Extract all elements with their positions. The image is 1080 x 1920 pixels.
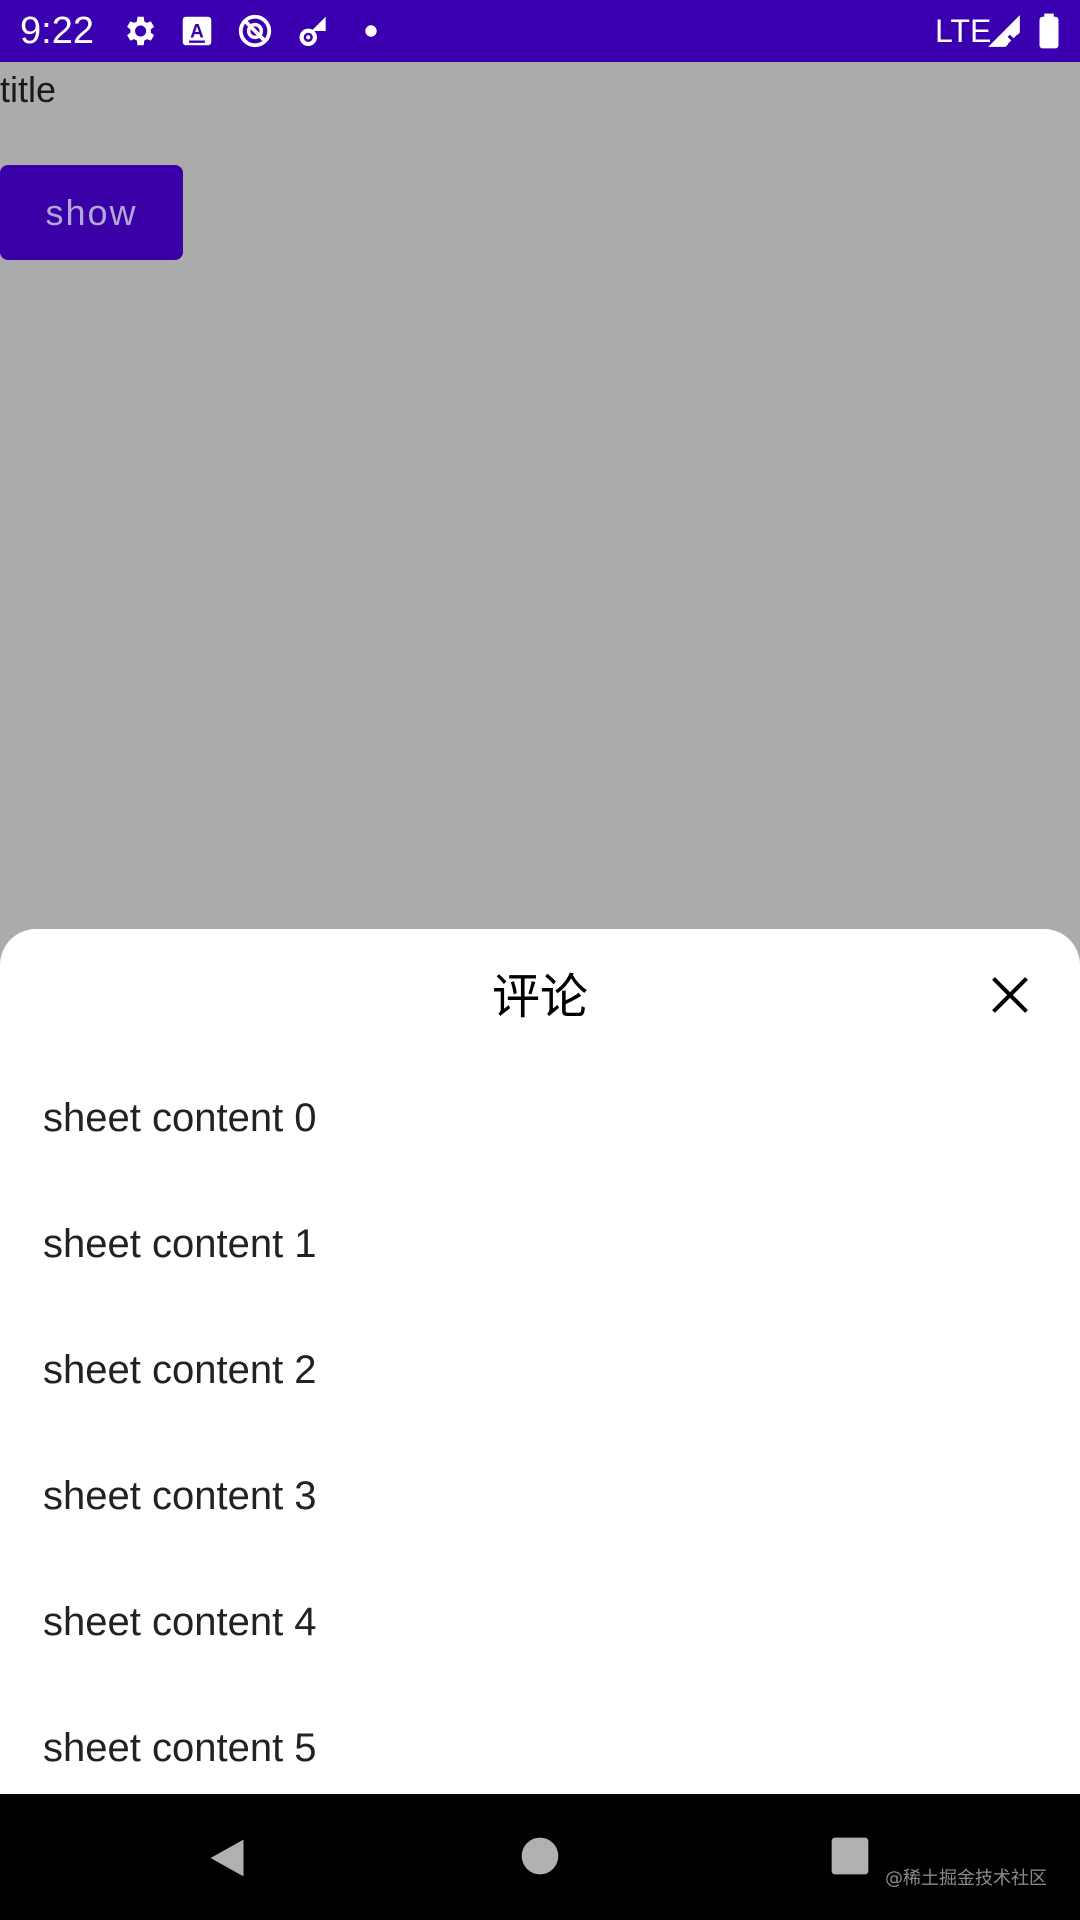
battery-icon	[1039, 13, 1059, 49]
page-title: title	[0, 69, 57, 110]
sheet-list-item[interactable]: sheet content 4	[0, 1559, 1080, 1685]
sheet-list-item[interactable]: sheet content 2	[0, 1307, 1080, 1433]
dot-icon	[365, 25, 377, 37]
sheet-list-item[interactable]: sheet content 5	[0, 1685, 1080, 1794]
show-button[interactable]: show	[0, 165, 183, 260]
network-type: LTE	[935, 13, 992, 49]
sheet-list-item[interactable]: sheet content 0	[0, 1055, 1080, 1181]
keyboard-a-icon: A	[182, 16, 212, 46]
signal-icon	[988, 15, 1020, 47]
sheet-title: 评论	[491, 969, 588, 1025]
close-icon[interactable]	[988, 973, 1032, 1017]
back-icon[interactable]	[205, 1834, 249, 1882]
sheet-list: sheet content 0 sheet content 1 sheet co…	[0, 1055, 1080, 1794]
status-bar: 9:22 A LTE	[0, 0, 1080, 62]
svg-text:A: A	[190, 21, 204, 42]
gear-icon	[127, 16, 155, 46]
settings-wifi-icon	[299, 16, 326, 47]
no-sync-icon	[238, 14, 272, 48]
home-icon[interactable]	[520, 1836, 560, 1876]
screen: 9:22 A LTE title show 评论 sheet content 0…	[0, 0, 1080, 1920]
nav-bar: @稀土掘金技术社区	[0, 1794, 1080, 1920]
bottom-sheet: 评论 sheet content 0 sheet content 1 sheet…	[0, 929, 1080, 1794]
sheet-list-item[interactable]: sheet content 3	[0, 1433, 1080, 1559]
sheet-list-item[interactable]: sheet content 1	[0, 1181, 1080, 1307]
recents-icon[interactable]	[830, 1836, 870, 1876]
status-time: 9:22	[20, 10, 94, 52]
watermark: @稀土掘金技术社区	[885, 1868, 1047, 1889]
